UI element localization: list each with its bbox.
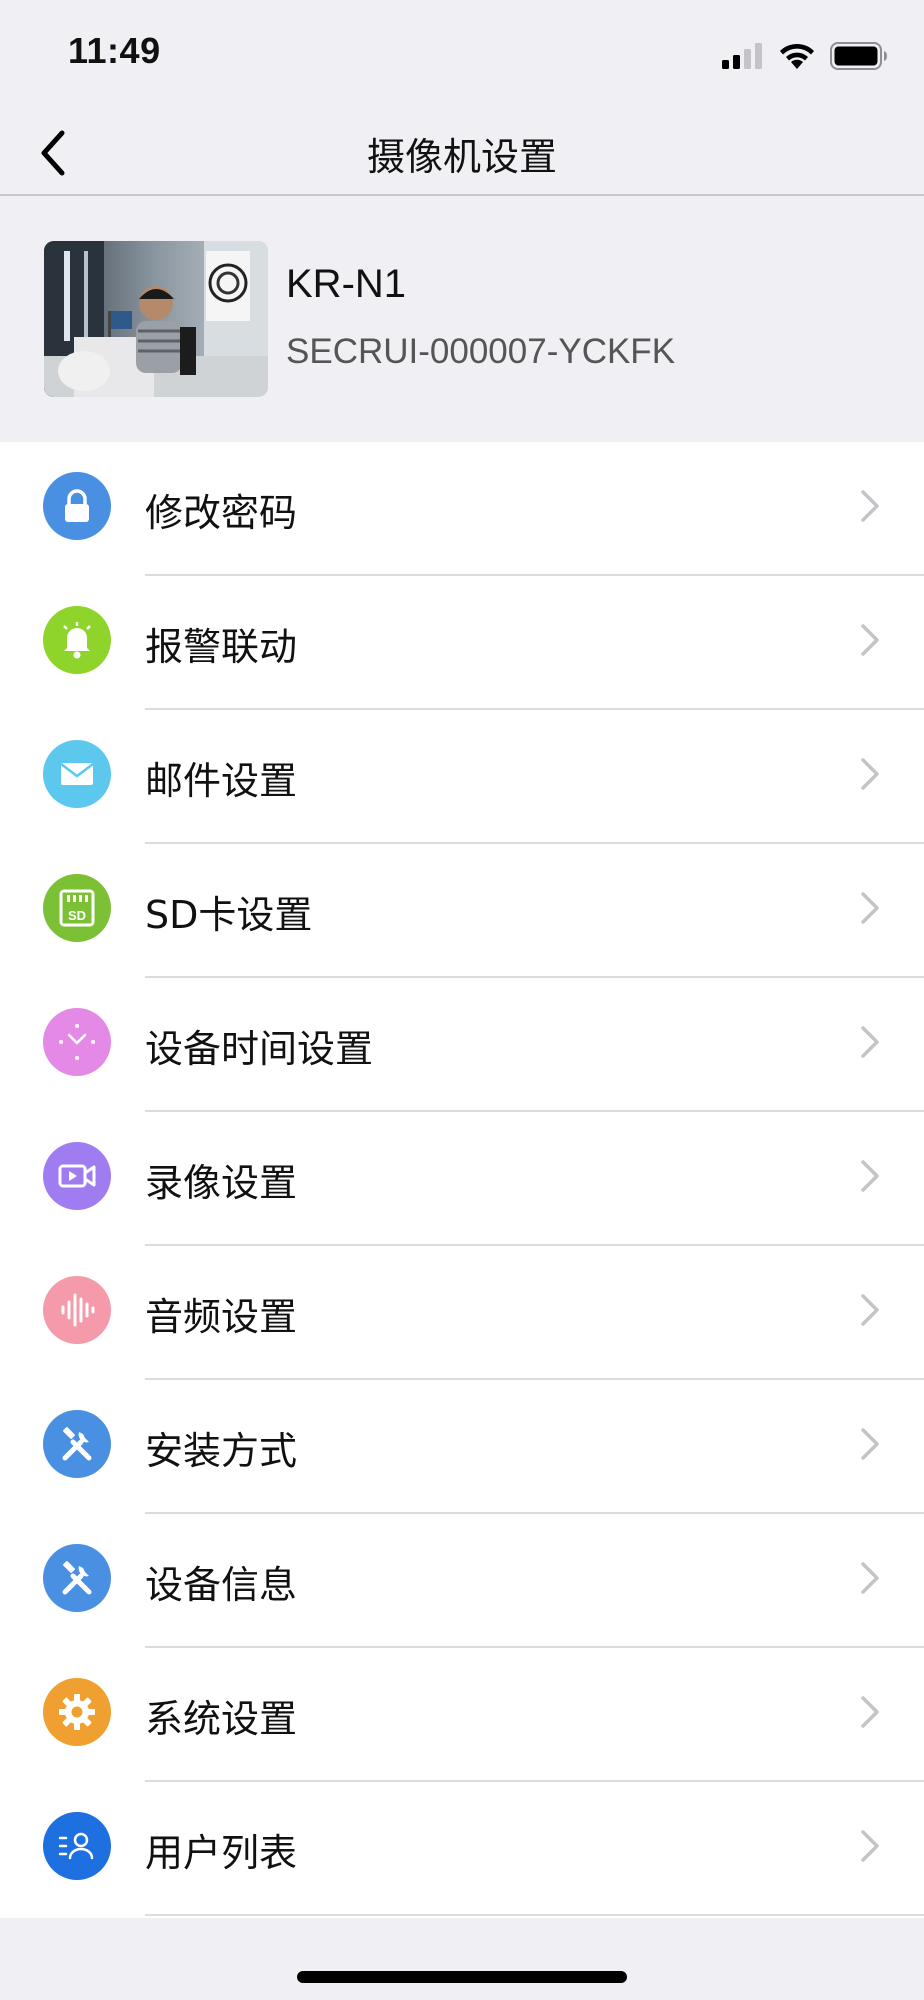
gear-icon (43, 1678, 111, 1746)
chevron-right-icon (861, 1428, 879, 1460)
menu-item-label: 安装方式 (145, 1429, 298, 1473)
menu-item-audio-settings[interactable]: 音频设置 (0, 1246, 924, 1380)
menu-item-system-settings[interactable]: 系统设置 (0, 1648, 924, 1782)
chevron-right-icon (861, 758, 879, 790)
menu-item-label: 设备信息 (145, 1563, 298, 1607)
svg-text:SD: SD (68, 908, 86, 923)
menu-item-change-password[interactable]: 修改密码 (0, 442, 924, 576)
menu-item-label: SD卡设置 (145, 893, 313, 937)
chevron-right-icon (861, 1160, 879, 1192)
status-bar: 11:49 (0, 0, 924, 110)
chevron-right-icon (861, 1294, 879, 1326)
device-id: SECRUI-000007-YCKFK (286, 332, 676, 371)
menu-item-email-settings[interactable]: 邮件设置 (0, 710, 924, 844)
navigation-bar: 摄像机设置 (0, 110, 924, 196)
status-time: 11:49 (68, 30, 161, 71)
menu-item-label: 邮件设置 (145, 759, 298, 803)
video-record-icon (43, 1142, 111, 1210)
lock-icon (43, 472, 111, 540)
page-title: 摄像机设置 (366, 135, 557, 179)
chevron-right-icon (861, 1696, 879, 1728)
device-header: KR-N1 SECRUI-000007-YCKFK (0, 196, 924, 442)
audio-wave-icon (43, 1276, 111, 1344)
user-list-icon (43, 1812, 111, 1880)
chevron-right-icon (861, 892, 879, 924)
clock-icon (43, 1008, 111, 1076)
menu-item-label: 报警联动 (145, 625, 298, 669)
menu-item-recording-settings[interactable]: 录像设置 (0, 1112, 924, 1246)
chevron-right-icon (861, 1562, 879, 1594)
menu-item-label: 音频设置 (145, 1295, 298, 1339)
menu-item-label: 设备时间设置 (145, 1027, 374, 1071)
chevron-right-icon (861, 1026, 879, 1058)
menu-item-installation-mode[interactable]: 安装方式 (0, 1380, 924, 1514)
tools-icon (43, 1544, 111, 1612)
bell-icon (43, 606, 111, 674)
menu-item-user-list[interactable]: 用户列表 (0, 1782, 924, 1916)
divider (145, 1914, 924, 1916)
menu-item-alarm-linkage[interactable]: 报警联动 (0, 576, 924, 710)
menu-item-device-time-settings[interactable]: 设备时间设置 (0, 978, 924, 1112)
battery-icon (830, 42, 887, 70)
wifi-icon (780, 43, 814, 69)
tools-icon (43, 1410, 111, 1478)
device-name: KR-N1 (286, 262, 407, 306)
settings-menu-list: 修改密码 报警联动 邮件设置 SD SD卡设置 设备时间设置 录像设置 音频设置… (0, 442, 924, 1918)
chevron-right-icon (861, 624, 879, 656)
sd-card-icon: SD (43, 874, 111, 942)
menu-item-label: 系统设置 (145, 1697, 298, 1741)
mail-icon (43, 740, 111, 808)
home-indicator[interactable] (297, 1971, 627, 1983)
chevron-right-icon (861, 1830, 879, 1862)
menu-item-device-info[interactable]: 设备信息 (0, 1514, 924, 1648)
camera-snapshot[interactable] (44, 241, 268, 397)
camera-snapshot-image (44, 241, 268, 397)
status-icons (722, 38, 888, 74)
menu-item-label: 用户列表 (145, 1831, 298, 1875)
menu-item-sd-card-settings[interactable]: SD SD卡设置 (0, 844, 924, 978)
menu-item-label: 修改密码 (145, 491, 298, 535)
chevron-right-icon (861, 490, 879, 522)
menu-item-label: 录像设置 (145, 1161, 298, 1205)
cellular-signal-icon (722, 43, 762, 69)
